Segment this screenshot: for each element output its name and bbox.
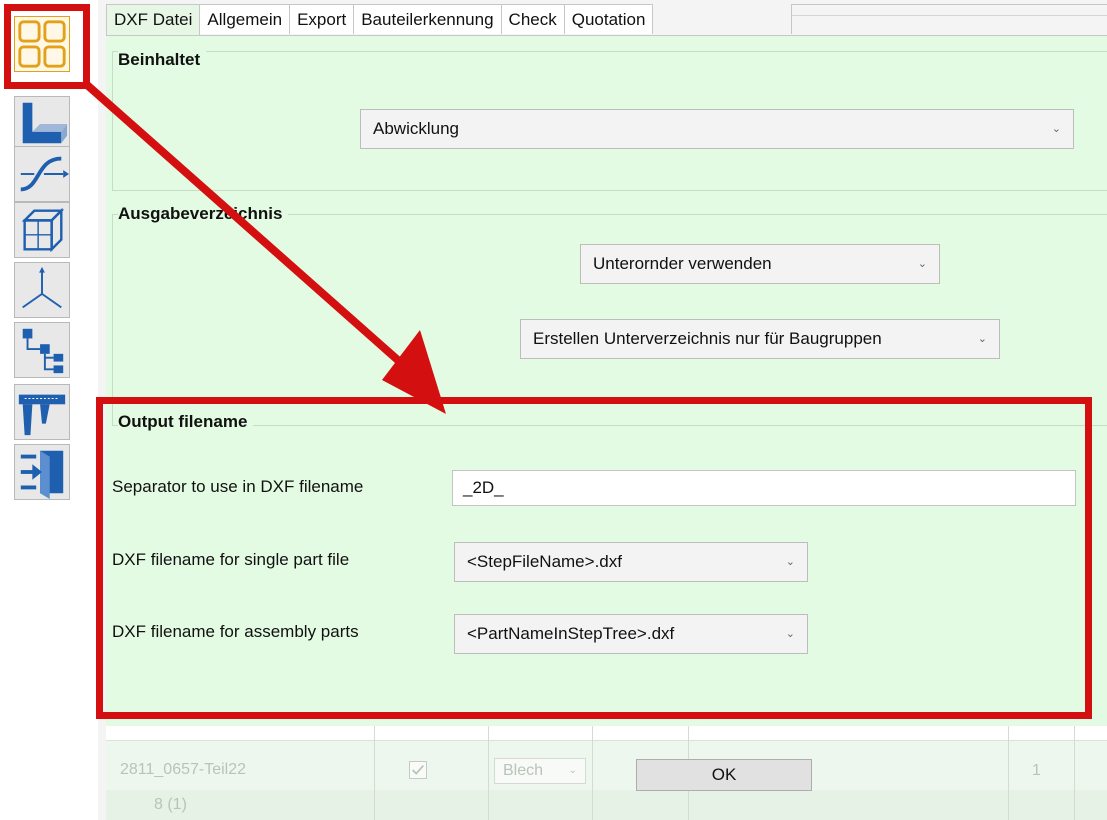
beinhaltet-combo[interactable]: Abwicklung ⌄ — [360, 109, 1074, 149]
tree-structure-tool[interactable] — [14, 322, 70, 378]
column-divider — [592, 726, 593, 820]
column-divider — [374, 726, 375, 820]
checkmark-icon — [412, 764, 424, 775]
tab-dxf-datei[interactable]: DXF Datei — [106, 4, 201, 36]
wireframe-box-icon — [21, 207, 65, 253]
column-divider — [1008, 726, 1009, 820]
tree-structure-icon — [22, 328, 64, 374]
group-label-cell: 8 (1) — [154, 796, 187, 813]
exit-door-icon — [20, 450, 64, 499]
column-divider — [488, 726, 489, 820]
sheet-metal-tool[interactable] — [14, 96, 70, 152]
group-title-beinhaltet: Beinhaltet — [118, 50, 207, 70]
beinhaltet-combo-value: Abwicklung — [373, 119, 459, 138]
coordinate-axes-icon — [22, 266, 62, 309]
wireframe-box-tool[interactable] — [14, 202, 70, 258]
output-filename-highlight-box — [96, 397, 1092, 719]
curve-icon — [20, 156, 69, 192]
quantity-cell: 1 — [1032, 762, 1041, 779]
table-group-row[interactable] — [106, 790, 1107, 820]
ok-button[interactable]: OK — [636, 759, 812, 791]
caliper-icon — [18, 394, 66, 436]
toolbar-highlight-box — [4, 4, 90, 89]
column-divider — [1074, 726, 1075, 820]
subdir-mode-combo[interactable]: Erstellen Unterverzeichnis nur für Baugr… — [520, 319, 1000, 359]
parts-table: 2811_0657-Teil22 Blech ⌄ 1 8 (1) OK — [106, 726, 1107, 820]
tab-bar: DXF Datei Allgemein Export Bauteilerkenn… — [106, 4, 654, 36]
part-checkbox[interactable] — [409, 761, 427, 779]
subdir-mode-value: Erstellen Unterverzeichnis nur für Baugr… — [533, 329, 882, 348]
folder-mode-value: Unterornder verwenden — [593, 254, 772, 273]
material-combo[interactable]: Blech ⌄ — [494, 758, 586, 784]
chevron-down-icon: ⌄ — [568, 765, 577, 776]
material-value: Blech — [503, 762, 544, 779]
tab-allgemein[interactable]: Allgemein — [199, 4, 291, 34]
chevron-down-icon: ⌄ — [977, 333, 987, 345]
tab-bauteilerkennung[interactable]: Bauteilerkennung — [353, 4, 502, 34]
tab-check[interactable]: Check — [500, 4, 565, 34]
left-toolbar — [0, 0, 98, 820]
coordinate-axes-tool[interactable] — [14, 262, 70, 318]
exit-tool[interactable] — [14, 444, 70, 500]
part-name-cell: 2811_0657-Teil22 — [120, 761, 247, 778]
sheet-metal-icon — [22, 102, 68, 144]
group-title-ausgabeverzeichnis: Ausgabeverzeichnis — [118, 204, 289, 224]
curve-tool[interactable] — [14, 146, 70, 202]
tab-quotation[interactable]: Quotation — [563, 4, 654, 34]
table-row[interactable] — [106, 740, 1107, 792]
caliper-tool[interactable] — [14, 384, 70, 440]
tab-strip-filler — [791, 4, 1107, 34]
chevron-down-icon: ⌄ — [917, 258, 927, 270]
folder-mode-combo[interactable]: Unterornder verwenden ⌄ — [580, 244, 940, 284]
chevron-down-icon: ⌄ — [1051, 123, 1061, 135]
tab-export[interactable]: Export — [289, 4, 355, 34]
